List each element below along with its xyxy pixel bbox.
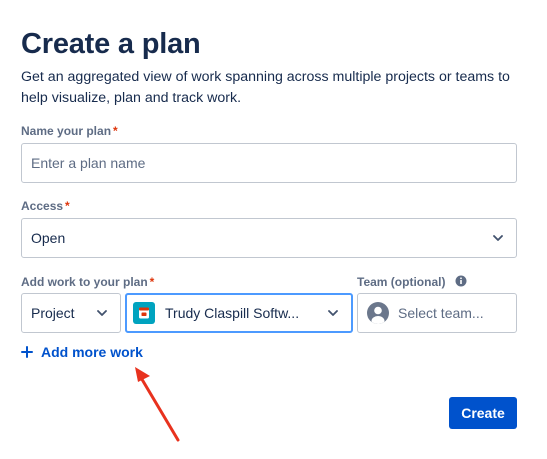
required-mark: * (149, 275, 155, 289)
access-select-value: Open (31, 230, 66, 246)
work-field-label-text: Add work to your plan (21, 275, 148, 289)
chevron-down-icon (321, 301, 345, 325)
name-field-label: Name your plan * (21, 123, 118, 139)
required-mark: * (65, 199, 70, 213)
add-more-work-link[interactable]: Add more work (19, 344, 143, 360)
annotation-arrow (135, 367, 180, 442)
team-select-placeholder: Select team... (398, 305, 484, 321)
name-field-label-text: Name your plan (21, 124, 112, 138)
create-plan-page: Create a plan Get an aggregated view of … (0, 0, 547, 459)
work-field-label: Add work to your plan * (21, 274, 154, 290)
create-button[interactable]: Create (449, 397, 517, 429)
required-mark: * (113, 124, 118, 138)
plan-name-input[interactable] (22, 144, 516, 182)
page-title: Create a plan (21, 28, 201, 60)
project-app-icon (133, 302, 155, 324)
access-field-label: Access * (21, 198, 70, 214)
access-field-label-text: Access (21, 199, 64, 213)
team-select[interactable]: Select team... (357, 293, 517, 333)
work-type-select[interactable]: Project (21, 293, 121, 333)
work-source-value: Trudy Claspill Softw... (165, 305, 300, 321)
page-description: Get an aggregated view of work spanning … (21, 69, 510, 106)
work-source-select[interactable]: Trudy Claspill Softw... (125, 293, 353, 333)
team-avatar-icon (367, 302, 389, 324)
team-field-label-text: Team (optional) (357, 275, 446, 289)
plus-icon (19, 344, 35, 360)
team-field-label: Team (optional) (357, 274, 467, 290)
plan-name-field[interactable] (21, 143, 517, 183)
chevron-down-icon (486, 226, 510, 250)
info-icon[interactable] (455, 275, 467, 287)
add-more-work-label: Add more work (41, 344, 143, 360)
work-type-value: Project (31, 305, 75, 321)
access-select[interactable]: Open (21, 218, 517, 258)
chevron-down-icon (90, 301, 114, 325)
